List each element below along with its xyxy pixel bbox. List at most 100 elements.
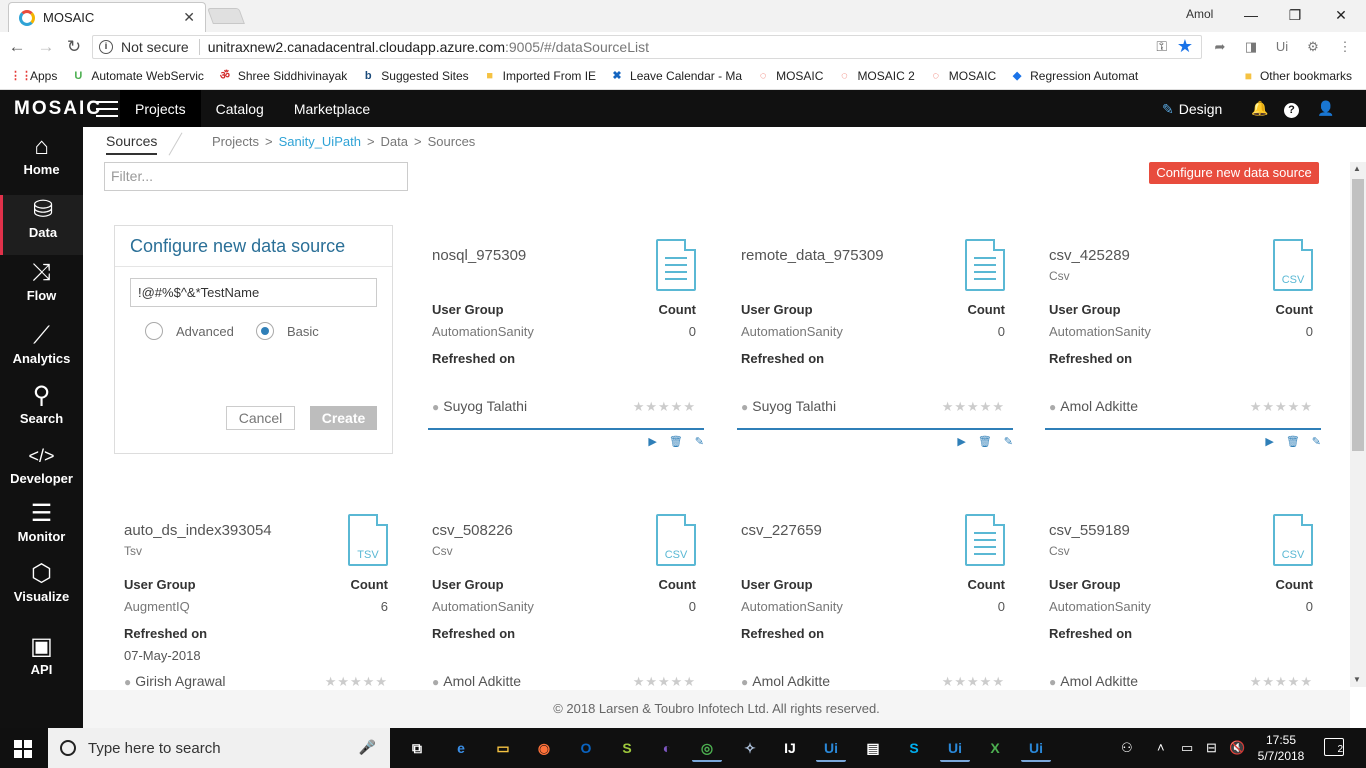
edit-pencil-icon[interactable]: ✎ — [695, 435, 704, 448]
play-icon[interactable]: ▶ — [1265, 435, 1273, 448]
sidebar-item-api[interactable]: ▣ API — [0, 632, 83, 692]
data-source-name-input[interactable]: !@#%$^&*TestName — [130, 278, 377, 307]
design-button[interactable]: ✎ Design — [1162, 101, 1222, 118]
sidebar-item-monitor[interactable]: ☰ Monitor — [0, 499, 83, 559]
data-source-name[interactable]: remote_data_975309 — [741, 247, 884, 264]
info-icon[interactable]: i — [99, 40, 113, 54]
window-user-label[interactable]: Amol — [1186, 7, 1213, 21]
sidebar-item-search[interactable]: ⚲ Search — [0, 381, 83, 441]
notification-bell-icon[interactable]: 🔔 — [1251, 100, 1268, 117]
basic-radio[interactable]: Basic — [256, 322, 319, 340]
battery-icon[interactable]: ▭ — [1181, 740, 1193, 756]
edit-pencil-icon[interactable]: ✎ — [1004, 435, 1013, 448]
uipath-studio-icon[interactable]: Ui — [940, 734, 970, 762]
browser-menu-icon[interactable]: ⋮ — [1336, 38, 1354, 56]
other-bookmarks[interactable]: ■ Other bookmarks — [1245, 69, 1352, 83]
action-center-icon[interactable]: 2 — [1324, 738, 1344, 756]
bookmark-item[interactable]: ◌ MOSAIC 2 — [837, 69, 915, 83]
minimize-button[interactable]: — — [1236, 4, 1266, 26]
uipath-extension-icon[interactable]: Ui — [1273, 38, 1291, 56]
rating-stars[interactable]: ★★★★★ — [1250, 399, 1313, 415]
browser-tab[interactable]: MOSAIC ✕ — [8, 2, 206, 32]
close-window-button[interactable]: ✕ — [1326, 4, 1356, 26]
scrollbar-thumb[interactable] — [1352, 179, 1364, 451]
bookmark-star-icon[interactable]: ★ — [1177, 36, 1193, 57]
notepad-icon[interactable]: ▤ — [858, 734, 888, 762]
bookmark-item[interactable]: ◌ MOSAIC — [929, 69, 997, 83]
uipath-robot-icon[interactable]: Ui — [1021, 734, 1051, 762]
data-source-name[interactable]: csv_559189 — [1049, 522, 1130, 539]
basic-radio-circle[interactable] — [256, 322, 274, 340]
data-source-card[interactable]: nosql_975309 User Group Count AutomationSan… — [428, 239, 704, 487]
trash-icon[interactable]: 🗑 — [1286, 435, 1300, 448]
filter-input[interactable]: Filter... — [104, 162, 408, 191]
outlook-icon[interactable]: O — [571, 734, 601, 762]
bookmark-item[interactable]: U Automate WebServic — [71, 69, 203, 83]
advanced-radio[interactable]: Advanced — [145, 322, 234, 340]
rating-stars[interactable]: ★★★★★ — [942, 399, 1005, 415]
rating-stars[interactable]: ★★★★★ — [633, 674, 696, 690]
sidebar-item-flow[interactable]: ⤨ Flow — [0, 258, 83, 318]
play-icon[interactable]: ▶ — [648, 435, 656, 448]
reload-button[interactable]: ↻ — [62, 36, 86, 58]
bookmark-item[interactable]: ◌ MOSAIC — [756, 69, 824, 83]
not-secure-label[interactable]: Not secure — [121, 39, 189, 55]
help-icon[interactable]: ? — [1284, 103, 1299, 118]
settings-extension-icon[interactable]: ⚙ — [1304, 38, 1322, 56]
sidebar-item-visualize[interactable]: ⬡ Visualize — [0, 559, 83, 619]
data-source-name[interactable]: auto_ds_index393054 — [124, 522, 272, 539]
chrome-icon[interactable]: ◎ — [692, 734, 722, 762]
sources-tab[interactable]: Sources — [106, 133, 158, 155]
key-icon[interactable]: ⚿ — [1156, 38, 1167, 55]
volume-muted-icon[interactable]: 🔇 — [1229, 740, 1245, 756]
back-button[interactable]: ← — [5, 36, 29, 58]
user-icon[interactable]: 👤 — [1317, 100, 1334, 117]
hamburger-menu-icon[interactable] — [96, 101, 118, 117]
breadcrumb-project-link[interactable]: Sanity_UiPath — [279, 134, 361, 149]
taskbar-search-input[interactable]: Type here to search 🎤 — [48, 728, 390, 768]
breadcrumb-projects[interactable]: Projects — [212, 134, 259, 149]
scroll-down-arrow-icon[interactable]: ▼ — [1353, 675, 1361, 684]
firefox-icon[interactable]: ◉ — [529, 734, 559, 762]
edge-icon[interactable]: e — [446, 734, 476, 762]
sidebar-item-analytics[interactable]: ⟋ Analytics — [0, 321, 83, 381]
extension-icon[interactable]: ◨ — [1242, 38, 1260, 56]
bookmark-item[interactable]: ✖ Leave Calendar - Ma — [610, 69, 742, 83]
mosaic-logo[interactable]: MOSAIC — [14, 98, 102, 120]
nav-marketplace[interactable]: Marketplace — [279, 90, 385, 127]
share-extension-icon[interactable]: ➦ — [1211, 38, 1229, 56]
skype-icon[interactable]: S — [899, 734, 929, 762]
sidebar-item-developer[interactable]: </> Developer — [0, 441, 83, 501]
microphone-icon[interactable]: 🎤 — [359, 739, 376, 756]
data-source-name[interactable]: csv_425289 — [1049, 247, 1130, 264]
intellij-icon[interactable]: IJ — [775, 734, 805, 762]
excel-icon[interactable]: X — [980, 734, 1010, 762]
taskbar-clock[interactable]: 17:55 5/7/2018 — [1256, 732, 1306, 764]
people-icon[interactable]: ⚇ — [1121, 740, 1133, 756]
network-icon[interactable]: ⊟ — [1206, 740, 1217, 756]
tab-close-icon[interactable]: ✕ — [183, 9, 195, 26]
rating-stars[interactable]: ★★★★★ — [942, 674, 1005, 690]
uipath-icon[interactable]: Ui — [816, 734, 846, 762]
bookmark-item[interactable]: b Suggested Sites — [361, 69, 469, 83]
bookmark-item[interactable]: ⋮⋮ Apps — [10, 69, 57, 83]
sharepoint-icon[interactable]: S — [612, 734, 642, 762]
sidebar-item-home[interactable]: ⌂ Home — [0, 132, 83, 192]
new-tab-button[interactable] — [207, 8, 245, 24]
data-source-name[interactable]: csv_227659 — [741, 522, 822, 539]
task-view-icon[interactable]: ⧉ — [402, 734, 432, 762]
chevron-up-icon[interactable]: ˄ — [1157, 740, 1165, 755]
trash-icon[interactable]: 🗑 — [669, 435, 683, 448]
windows-start-icon[interactable] — [14, 740, 32, 758]
bookmark-item[interactable]: ॐ Shree Siddhivinayak — [218, 69, 347, 83]
play-icon[interactable]: ▶ — [957, 435, 965, 448]
cancel-button[interactable]: Cancel — [226, 406, 295, 430]
scroll-up-arrow-icon[interactable]: ▲ — [1353, 164, 1361, 173]
sidebar-item-data[interactable]: ⛁ Data — [0, 195, 83, 255]
rating-stars[interactable]: ★★★★★ — [1250, 674, 1313, 690]
data-source-name[interactable]: nosql_975309 — [432, 247, 526, 264]
data-source-name[interactable]: csv_508226 — [432, 522, 513, 539]
paint-icon[interactable]: ✧ — [735, 734, 765, 762]
create-button[interactable]: Create — [310, 406, 377, 430]
data-source-card[interactable]: remote_data_975309 User Group Count Automat… — [737, 239, 1013, 487]
